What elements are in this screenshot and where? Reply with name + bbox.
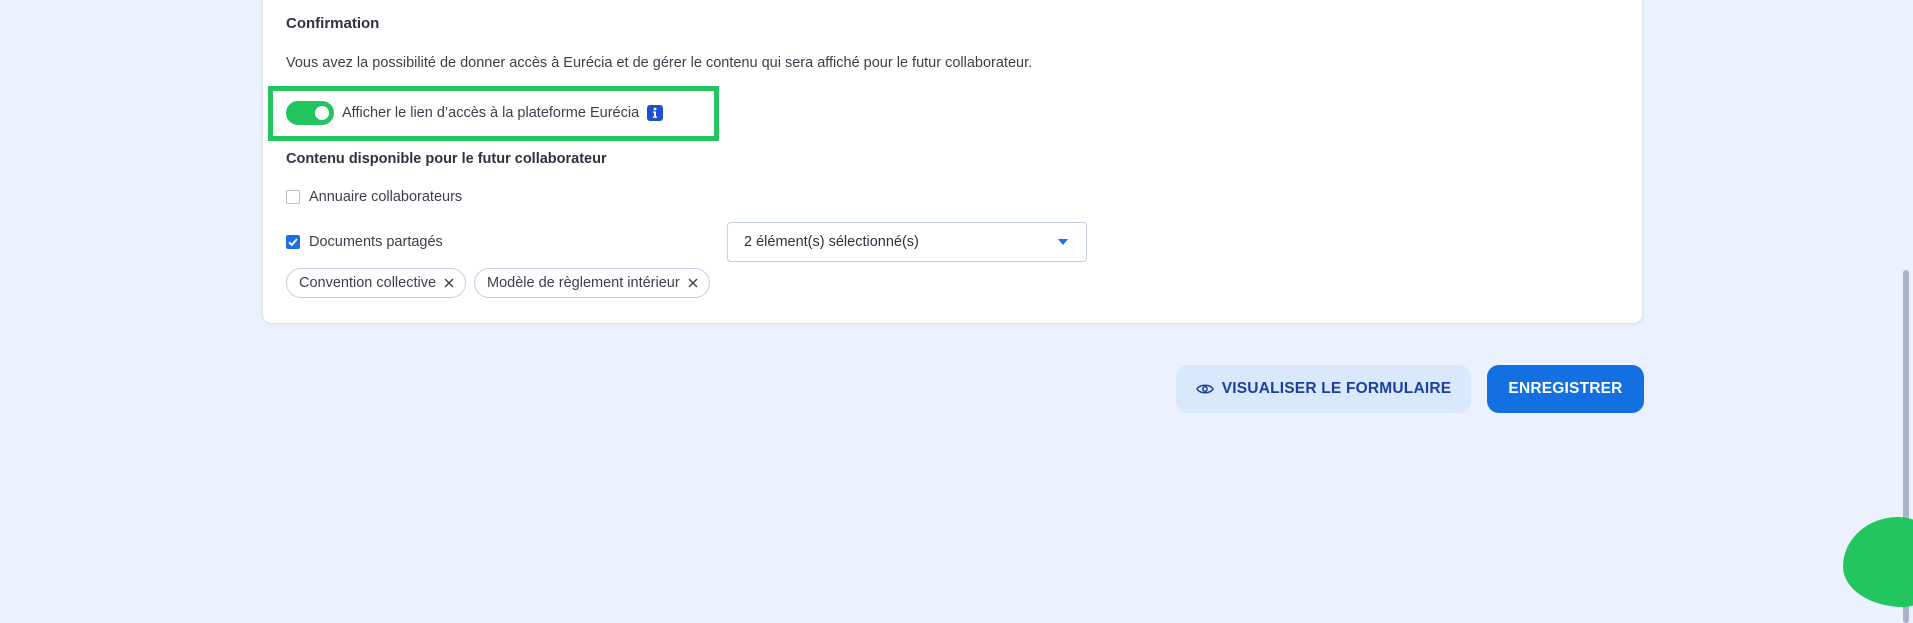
caret-down-icon — [1058, 239, 1068, 245]
directory-checkbox[interactable] — [286, 190, 300, 204]
checkmark-icon — [288, 238, 298, 247]
access-link-toggle-label: Afficher le lien d’accès à la plateforme… — [342, 105, 640, 121]
help-chat-bubble[interactable] — [1843, 517, 1913, 607]
option-shared-documents: Documents partagés — [286, 222, 443, 262]
access-link-toggle[interactable] — [286, 101, 334, 125]
chip-convention-collective: Convention collective — [286, 268, 467, 298]
preview-form-label: VISUALISER LE FORMULAIRE — [1221, 380, 1452, 397]
page: Confirmation Vous avez la possibilité de… — [0, 0, 1913, 623]
chip-label: Convention collective — [299, 275, 437, 291]
selected-documents: Convention collective Modèle de règlemen… — [286, 268, 710, 298]
content-subtitle: Contenu disponible pour le futur collabo… — [286, 151, 607, 167]
eye-icon — [1195, 383, 1214, 395]
documents-select[interactable]: 2 élément(s) sélectionné(s) — [727, 222, 1087, 262]
preview-form-button[interactable]: VISUALISER LE FORMULAIRE — [1176, 365, 1471, 413]
chip-label: Modèle de règlement intérieur — [487, 275, 680, 291]
section-title: Confirmation — [286, 15, 380, 32]
access-link-toggle-row: Afficher le lien d’accès à la plateforme… — [286, 101, 664, 125]
intro-text: Vous avez la possibilité de donner accès… — [286, 55, 1033, 71]
save-label: ENREGISTRER — [1508, 380, 1623, 397]
info-icon[interactable] — [647, 105, 664, 121]
shared-documents-checkbox[interactable] — [286, 235, 300, 249]
toggle-knob — [315, 106, 329, 120]
documents-select-value: 2 élément(s) sélectionné(s) — [744, 234, 919, 250]
chip-modele-reglement: Modèle de règlement intérieur — [474, 268, 710, 298]
close-icon[interactable] — [442, 276, 456, 290]
directory-label: Annuaire collaborateurs — [309, 189, 463, 205]
save-button[interactable]: ENREGISTRER — [1487, 365, 1644, 413]
option-directory: Annuaire collaborateurs — [286, 187, 462, 207]
close-icon[interactable] — [686, 276, 700, 290]
confirmation-card: Confirmation Vous avez la possibilité de… — [262, 0, 1643, 324]
shared-documents-label: Documents partagés — [309, 234, 443, 250]
